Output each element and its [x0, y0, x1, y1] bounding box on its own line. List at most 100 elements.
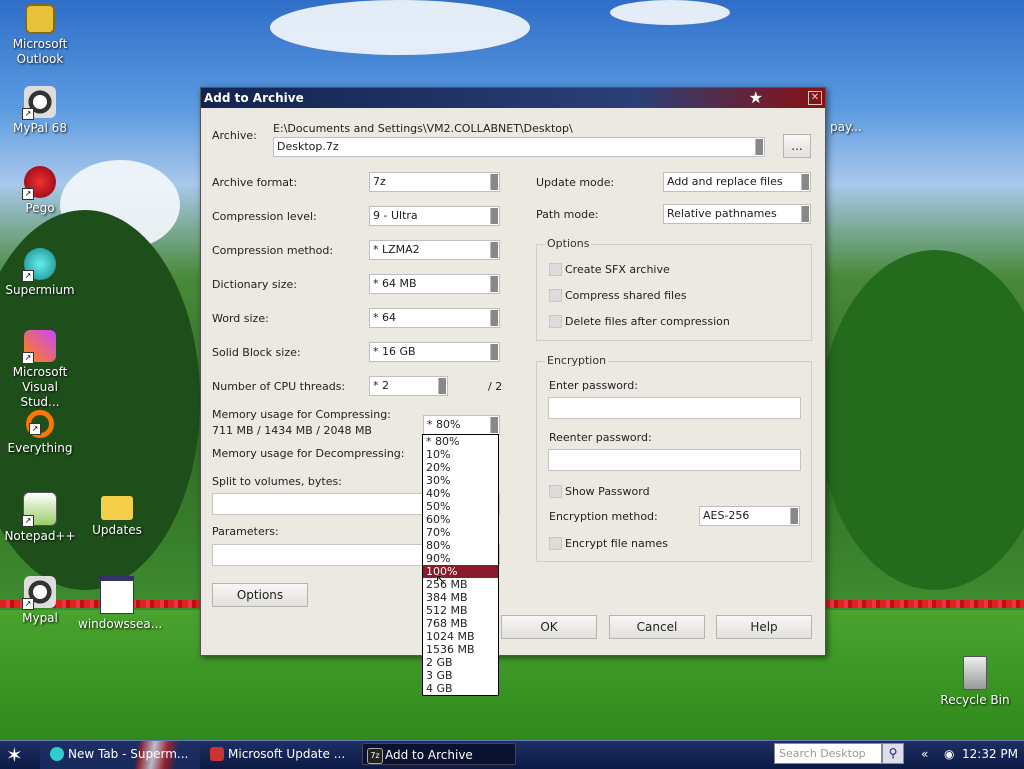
show-password-checkbox[interactable]: [549, 485, 562, 498]
star-icon: ★: [748, 88, 763, 107]
update-mode-select[interactable]: Add and replace files: [663, 172, 811, 192]
dropdown-option[interactable]: 10%: [423, 448, 498, 461]
cpu-threads-max: / 2: [488, 380, 503, 393]
archive-format-label: Archive format:: [212, 176, 298, 189]
compression-method-label: Compression method:: [212, 244, 334, 257]
window-icon: [100, 576, 134, 614]
desktop-icon-windowssearch[interactable]: windowssea...: [78, 576, 162, 632]
supermium-icon: [50, 747, 64, 761]
solid-block-size-select[interactable]: * 16 GB: [369, 342, 500, 362]
path-mode-label: Path mode:: [536, 208, 599, 221]
options-button[interactable]: Options: [212, 583, 308, 607]
browser-icon: [210, 747, 224, 761]
cpu-threads-select[interactable]: * 2: [369, 376, 448, 396]
desktop-icon-supermium[interactable]: ↗ Supermium: [1, 248, 79, 298]
encryption-method-select[interactable]: AES-256: [699, 506, 800, 526]
help-button[interactable]: Help: [716, 615, 812, 639]
update-mode-label: Update mode:: [536, 176, 615, 189]
path-mode-select[interactable]: Relative pathnames: [663, 204, 811, 224]
browse-button[interactable]: ...: [783, 134, 811, 158]
dropdown-option[interactable]: 50%: [423, 500, 498, 513]
pego-icon: ↗: [22, 166, 56, 200]
start-button[interactable]: ✶: [6, 743, 23, 767]
dropdown-option[interactable]: 40%: [423, 487, 498, 500]
create-sfx-checkbox[interactable]: [549, 263, 562, 276]
archive-label: Archive:: [212, 129, 257, 142]
7zip-icon: 7z: [367, 748, 383, 764]
encrypt-names-checkbox[interactable]: [549, 537, 562, 550]
add-to-archive-dialog: Add to Archive ★ ✕ Archive: E:\Documents…: [200, 87, 826, 656]
dropdown-option[interactable]: 20%: [423, 461, 498, 474]
dropdown-option[interactable]: 2 GB: [423, 656, 498, 669]
ok-button[interactable]: OK: [501, 615, 597, 639]
desktop-icon-mypal[interactable]: ↗ Mypal: [1, 576, 79, 626]
encryption-method-label: Encryption method:: [549, 510, 658, 523]
dropdown-option[interactable]: 80%: [423, 539, 498, 552]
desktop-icon-mypal68[interactable]: ↗ MyPal 68: [1, 86, 79, 136]
memory-usage-dropdown-list: * 80% 10% 20% 30% 40% 50% 60% 70% 80% 90% 100% 256 …: [422, 434, 499, 696]
dropdown-option[interactable]: * 80%: [423, 435, 498, 448]
compress-shared-label: Compress shared files: [565, 289, 687, 302]
desktop-icon-pego[interactable]: ↗ Pego: [1, 166, 79, 216]
reenter-password-input[interactable]: [548, 449, 801, 471]
cpu-threads-label: Number of CPU threads:: [212, 380, 346, 393]
cancel-button[interactable]: Cancel: [609, 615, 705, 639]
dropdown-option[interactable]: 90%: [423, 552, 498, 565]
desktop-icon-visual-studio[interactable]: ↗ Microsoft Visual Stud...: [1, 330, 79, 410]
dropdown-option[interactable]: 384 MB: [423, 591, 498, 604]
compression-method-select[interactable]: * LZMA2: [369, 240, 500, 260]
task-add-to-archive[interactable]: 7z Add to Archive: [362, 743, 516, 765]
dropdown-option[interactable]: 4 GB: [423, 682, 498, 695]
mouse-cursor-icon: ↖: [435, 572, 447, 588]
enter-password-input[interactable]: [548, 397, 801, 419]
dropdown-option[interactable]: 3 GB: [423, 669, 498, 682]
desktop-icon-notepadpp[interactable]: ↗ Notepad++: [1, 492, 79, 544]
word-size-select[interactable]: * 64: [369, 308, 500, 328]
dropdown-option[interactable]: 512 MB: [423, 604, 498, 617]
desktop-icon-recycle-bin[interactable]: Recycle Bin: [936, 656, 1014, 708]
recycle-bin-icon: [963, 656, 987, 690]
search-desktop-input[interactable]: Search Desktop: [774, 743, 882, 764]
compression-level-label: Compression level:: [212, 210, 317, 223]
close-button[interactable]: ✕: [808, 91, 822, 105]
delete-after-checkbox[interactable]: [549, 315, 562, 328]
create-sfx-label: Create SFX archive: [565, 263, 670, 276]
outlook-icon: [25, 4, 55, 34]
dropdown-option[interactable]: 70%: [423, 526, 498, 539]
memory-compress-detail: 711 MB / 1434 MB / 2048 MB: [212, 424, 372, 437]
notepadpp-icon: ↗: [22, 492, 57, 527]
dictionary-size-label: Dictionary size:: [212, 278, 297, 291]
compression-level-select[interactable]: 9 - Ultra: [369, 206, 500, 226]
dropdown-option[interactable]: 30%: [423, 474, 498, 487]
memory-compress-select[interactable]: * 80%: [423, 415, 500, 435]
folder-icon: [101, 496, 133, 520]
archive-format-select[interactable]: 7z: [369, 172, 500, 192]
encrypt-names-label: Encrypt file names: [565, 537, 668, 550]
tray-expand-button[interactable]: «: [921, 741, 928, 767]
clock[interactable]: 12:32 PM: [962, 741, 1018, 767]
dictionary-size-select[interactable]: * 64 MB: [369, 274, 500, 294]
search-icon[interactable]: ⚲: [882, 743, 904, 764]
task-microsoft-update[interactable]: Microsoft Update ...: [206, 743, 356, 765]
desktop-icon-everything[interactable]: ↗ Everything: [1, 410, 79, 456]
dropdown-option[interactable]: 1536 MB: [423, 643, 498, 656]
memory-compress-label: Memory usage for Compressing:: [212, 408, 391, 421]
options-group-title: Options: [545, 237, 592, 250]
archive-name-combo[interactable]: Desktop.7z: [273, 137, 765, 157]
dialog-titlebar[interactable]: Add to Archive ★ ✕: [201, 88, 825, 108]
desktop-icon-outlook[interactable]: Microsoft Outlook: [1, 4, 79, 67]
dropdown-option[interactable]: 768 MB: [423, 617, 498, 630]
memory-decompress-label: Memory usage for Decompressing:: [212, 447, 405, 460]
parameters-label: Parameters:: [212, 525, 279, 538]
dropdown-option[interactable]: 60%: [423, 513, 498, 526]
desktop-icon-updates[interactable]: Updates: [78, 496, 156, 538]
delete-after-label: Delete files after compression: [565, 315, 730, 328]
background-window-fragment: pay...: [830, 120, 862, 134]
network-icon[interactable]: ◉: [944, 741, 954, 767]
solid-block-size-label: Solid Block size:: [212, 346, 301, 359]
compress-shared-checkbox[interactable]: [549, 289, 562, 302]
split-volumes-label: Split to volumes, bytes:: [212, 475, 342, 488]
dialog-title: Add to Archive: [204, 91, 304, 105]
task-new-tab[interactable]: New Tab - Superm...: [46, 743, 196, 765]
dropdown-option[interactable]: 1024 MB: [423, 630, 498, 643]
